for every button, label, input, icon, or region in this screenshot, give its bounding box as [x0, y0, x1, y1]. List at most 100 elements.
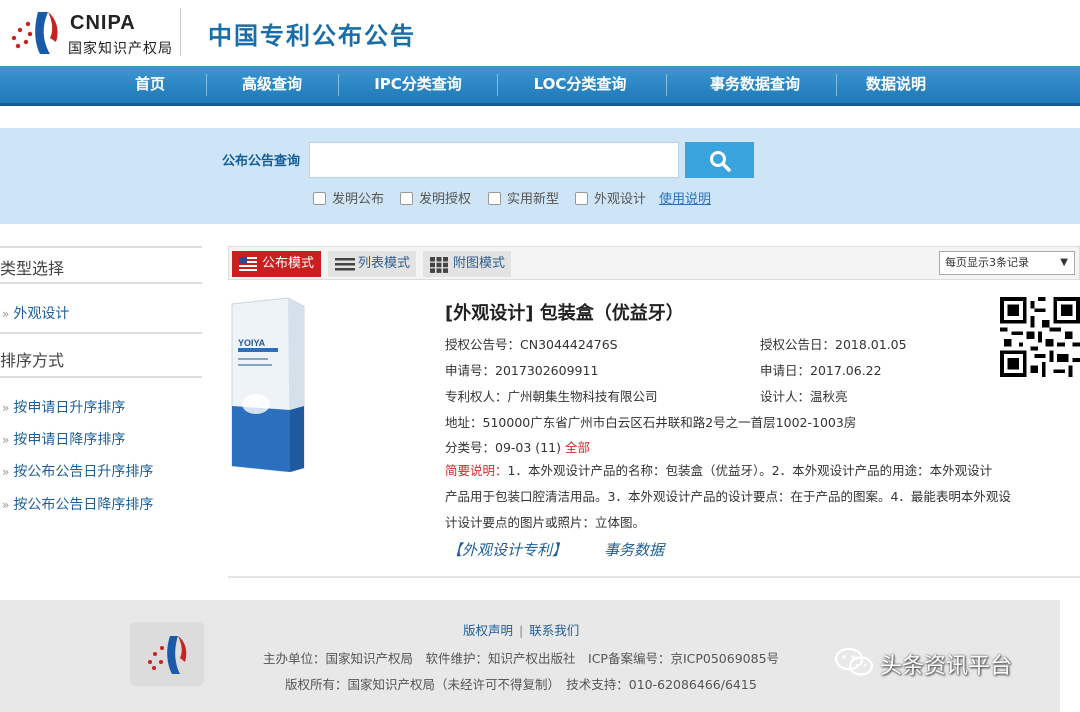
site-header: CNIPA 国家知识产权局 中国专利公布公告	[0, 0, 1080, 66]
field-value: 2017302609911	[495, 363, 599, 378]
double-chevron-right-icon: »	[2, 465, 10, 479]
sort-app-date-asc[interactable]: » 按申请日升序排序	[2, 397, 125, 417]
field-label: 授权公告号：	[445, 337, 521, 352]
sidebar-item-label: 按公布公告日升序排序	[13, 464, 154, 480]
mode-label: 公布模式	[262, 256, 315, 271]
affairs-data-link[interactable]: 事务数据	[604, 539, 664, 560]
flag-icon	[239, 257, 257, 271]
search-panel: 公布公告查询 发明公布 发明授权 实用新型 外观设计 使用说明	[0, 128, 1080, 224]
main-nav: 首页 高级查询 IPC分类查询 LOC分类查询 事务数据查询 数据说明	[0, 66, 1080, 106]
nav-separator	[836, 74, 837, 96]
abstract-line: 简要说明：1．本外观设计产品的名称：包装盒（优益牙）。2．本外观设计产品的用途：…	[445, 458, 1080, 484]
abstract-line: 计设计要点的图片或照片：立体图。	[445, 515, 646, 530]
checkbox[interactable]	[575, 192, 588, 205]
mode-image-button[interactable]: 附图模式	[423, 251, 511, 277]
field-value: 2018.01.05	[835, 337, 907, 352]
filter-label: 实用新型	[507, 192, 560, 207]
double-chevron-right-icon: »	[2, 498, 10, 512]
field-value: 温秋亮	[810, 389, 848, 404]
logo-english-text: CNIPA	[70, 12, 136, 34]
mode-publication-button[interactable]: 公布模式	[232, 251, 321, 277]
sort-app-date-desc[interactable]: » 按申请日降序排序	[2, 429, 125, 449]
footer-organizer-line: 主办单位：国家知识产权局 软件维护：知识产权出版社 ICP备案编号：京ICP05…	[263, 651, 780, 666]
designer-field: 设计人：温秋亮	[760, 386, 848, 405]
patentee-field: 专利权人：广州朝集生物科技有限公司	[445, 386, 658, 405]
page-title: 中国专利公布公告	[208, 22, 416, 50]
field-value: 广州朝集生物科技有限公司	[507, 389, 658, 404]
nav-item-affairs-search[interactable]: 事务数据查询	[680, 66, 830, 103]
double-chevron-right-icon: »	[2, 433, 10, 447]
filter-invention-publication[interactable]: 发明公布	[313, 190, 384, 210]
sidebar-divider	[0, 332, 202, 334]
design-patent-link[interactable]: 【外观设计专利】	[447, 539, 567, 560]
copyright-link[interactable]: 版权声明	[463, 623, 513, 638]
product-image[interactable]: YOIYA	[228, 296, 306, 472]
sidebar-divider	[0, 376, 202, 378]
cnipa-footer-logo-icon	[130, 622, 204, 686]
field-label: 申请号：	[445, 363, 496, 378]
sort-heading: 排序方式	[0, 351, 65, 370]
search-icon	[710, 151, 731, 172]
nav-item-home[interactable]: 首页	[100, 66, 200, 103]
filter-label: 外观设计	[594, 192, 647, 207]
nav-separator	[206, 74, 207, 96]
filter-design[interactable]: 外观设计	[575, 190, 646, 210]
mode-label: 附图模式	[453, 256, 506, 271]
field-value: 510000广东省广州市白云区石井联和路2号之一首层1002-1003房	[482, 415, 857, 430]
classification-field: 分类号：09-03 (11) 全部	[445, 437, 590, 456]
filter-label: 发明授权	[419, 192, 472, 207]
field-label: 地址：	[445, 415, 483, 430]
footer-copyright-line: 版权所有：国家知识产权局（未经许可不得复制） 技术支持：010-62086466…	[285, 677, 757, 692]
show-all-link[interactable]: 全部	[565, 440, 590, 455]
field-label: 授权公告日：	[760, 337, 836, 352]
record-title[interactable]: [外观设计] 包装盒（优益牙）	[445, 299, 684, 325]
field-value: CN304442476S	[520, 337, 618, 352]
address-field: 地址：510000广东省广州市白云区石井联和路2号之一首层1002-1003房	[445, 412, 856, 431]
qr-code-icon[interactable]	[1000, 296, 1080, 378]
checkbox[interactable]	[313, 192, 326, 205]
filter-utility-model[interactable]: 实用新型	[488, 190, 559, 210]
records-per-page-select[interactable]: 每页显示3条记录 ▼	[939, 251, 1075, 275]
mode-label: 列表模式	[358, 256, 411, 271]
sort-pub-date-desc[interactable]: » 按公布公告日降序排序	[2, 494, 153, 514]
abstract-line: 产品用于包装口腔清洁用品。3．本外观设计产品的设计要点：在于产品的图案。4．最能…	[445, 489, 1011, 504]
link-separator: |	[519, 623, 524, 638]
search-button[interactable]	[685, 142, 754, 178]
nav-separator	[497, 74, 498, 96]
double-chevron-right-icon: »	[2, 401, 10, 415]
sidebar-divider	[0, 246, 202, 248]
nav-item-loc-search[interactable]: LOC分类查询	[510, 66, 650, 103]
grid-icon	[430, 257, 448, 273]
nav-item-data-description[interactable]: 数据说明	[846, 66, 946, 103]
header-divider	[180, 8, 181, 56]
mode-list-button[interactable]: 列表模式	[328, 251, 416, 277]
sort-pub-date-asc[interactable]: » 按公布公告日升序排序	[2, 461, 153, 481]
usage-help-link[interactable]: 使用说明	[659, 190, 711, 210]
checkbox[interactable]	[400, 192, 413, 205]
nav-separator	[666, 74, 667, 96]
application-number-field: 申请号：2017302609911	[445, 360, 598, 379]
search-label: 公布公告查询	[222, 154, 301, 169]
nav-separator	[338, 74, 339, 96]
type-selection-heading: 类型选择	[0, 259, 65, 278]
product-brand-text: YOIYA	[238, 338, 266, 348]
sidebar-item-label: 按申请日升序排序	[13, 400, 126, 416]
wechat-icon	[834, 647, 874, 676]
checkbox[interactable]	[488, 192, 501, 205]
per-page-value: 每页显示3条记录	[945, 256, 1029, 269]
contact-link[interactable]: 联系我们	[529, 623, 579, 638]
list-icon	[335, 258, 355, 271]
double-chevron-right-icon: »	[2, 307, 10, 321]
cnipa-logo[interactable]: CNIPA 国家知识产权局	[4, 8, 180, 58]
nav-item-ipc-search[interactable]: IPC分类查询	[348, 66, 488, 103]
search-input[interactable]	[309, 142, 679, 178]
field-label: 申请日：	[760, 363, 811, 378]
abstract-text: 1．本外观设计产品的名称：包装盒（优益牙）。2．本外观设计产品的用途：本外观设计	[507, 463, 993, 478]
watermark-text: 头条资讯平台	[880, 654, 1013, 679]
sidebar-item-design[interactable]: » 外观设计	[2, 303, 69, 323]
nav-item-advanced-search[interactable]: 高级查询	[212, 66, 332, 103]
sidebar-divider	[0, 282, 202, 284]
caret-down-icon: ▼	[1060, 257, 1068, 268]
field-label: 专利权人：	[445, 389, 508, 404]
filter-invention-grant[interactable]: 发明授权	[400, 190, 471, 210]
